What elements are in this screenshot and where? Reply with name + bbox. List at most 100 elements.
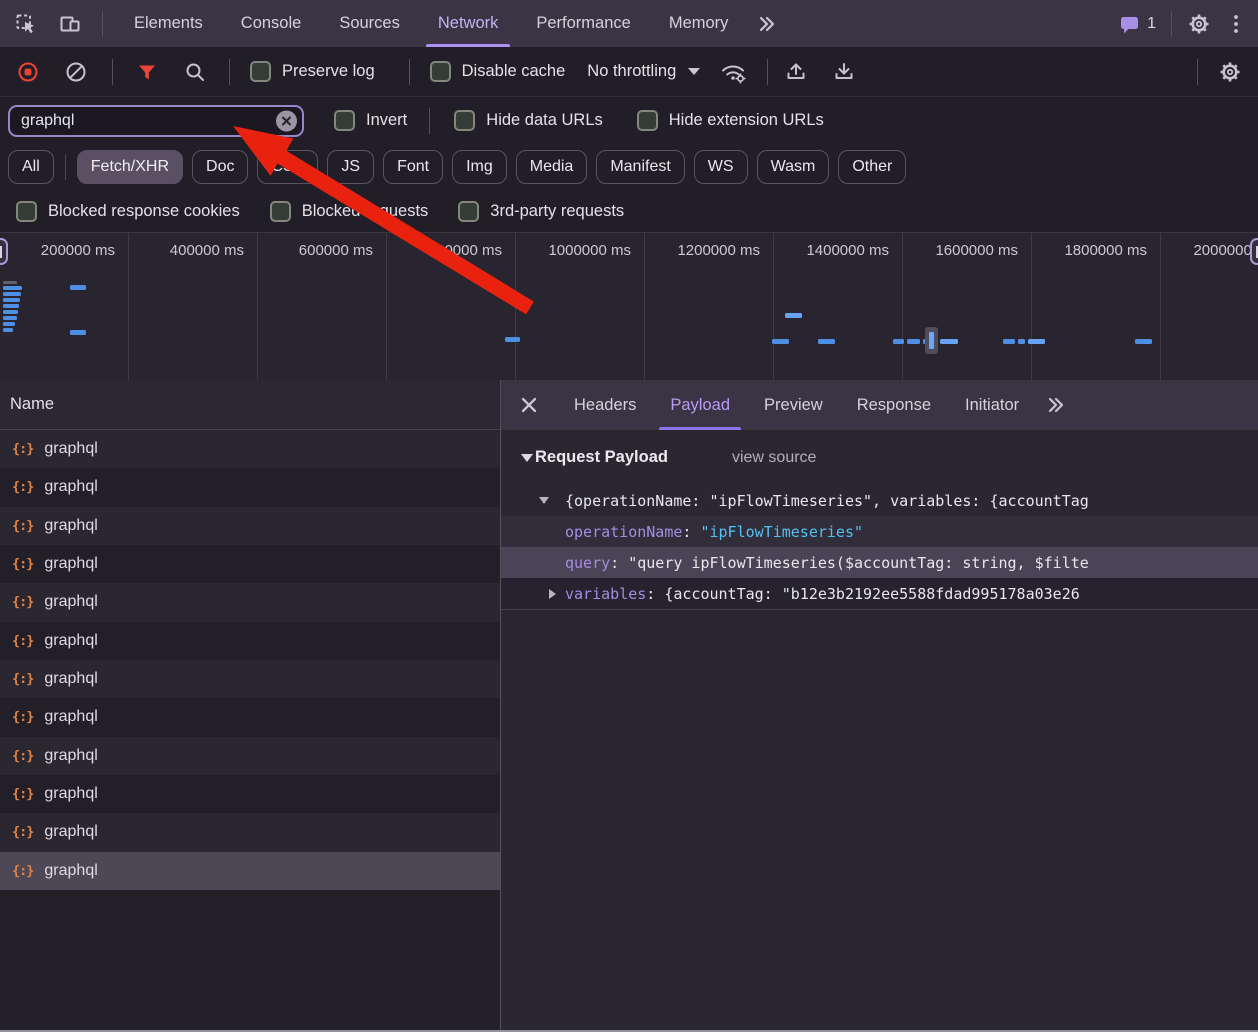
filter-chip-wasm[interactable]: Wasm: [757, 150, 830, 184]
expand-icon[interactable]: [549, 589, 556, 599]
tab-console[interactable]: Console: [222, 0, 321, 47]
request-name: graphql: [44, 593, 97, 611]
filter-chip-ws[interactable]: WS: [694, 150, 748, 184]
network-overview-timeline[interactable]: 200000 ms400000 ms600000 ms800000 ms1000…: [0, 232, 1258, 381]
panel-resize-divider[interactable]: [500, 380, 501, 1030]
network-settings-gear-icon[interactable]: [1218, 60, 1242, 84]
detail-tab-headers[interactable]: Headers: [557, 380, 653, 430]
filter-chip-manifest[interactable]: Manifest: [596, 150, 684, 184]
topbar-divider: [102, 11, 103, 37]
blocked-requests-toggle[interactable]: Blocked requests: [270, 201, 429, 222]
search-icon[interactable]: [183, 60, 207, 84]
request-row[interactable]: {:}graphql: [0, 698, 500, 736]
import-har-icon[interactable]: [784, 60, 808, 84]
detail-tab-response[interactable]: Response: [840, 380, 948, 430]
marker-tick: [929, 332, 934, 349]
filter-chip-all[interactable]: All: [8, 150, 54, 184]
invert-checkbox[interactable]: [334, 110, 355, 131]
3rd-party-requests-checkbox[interactable]: [458, 201, 479, 222]
filter-chip-js[interactable]: JS: [327, 150, 374, 184]
tab-network[interactable]: Network: [419, 0, 518, 47]
payload-row-query[interactable]: query: "query ipFlowTimeseries($accountT…: [501, 547, 1258, 578]
settings-gear-icon[interactable]: [1187, 12, 1211, 36]
payload-preview-row[interactable]: {operationName: "ipFlowTimeseries", vari…: [501, 485, 1258, 516]
hide-data-urls-toggle[interactable]: Hide data URLs: [454, 110, 602, 131]
payload-row-variables[interactable]: variables: {accountTag: "b12e3b2192ee558…: [501, 578, 1258, 609]
blocked-requests-checkbox[interactable]: [270, 201, 291, 222]
throttling-dropdown[interactable]: No throttling: [587, 62, 700, 81]
request-row[interactable]: {:}graphql: [0, 737, 500, 775]
filter-chip-fetch-xhr[interactable]: Fetch/XHR: [77, 150, 183, 184]
issues-badge[interactable]: 1: [1119, 13, 1156, 35]
filter-chip-doc[interactable]: Doc: [192, 150, 248, 184]
clear-network-log-button[interactable]: [64, 60, 88, 84]
close-detail-icon[interactable]: [501, 380, 557, 430]
more-detail-tabs-icon[interactable]: [1036, 380, 1076, 430]
request-row[interactable]: {:}graphql: [0, 660, 500, 698]
clear-filter-button[interactable]: [276, 110, 297, 131]
tab-elements[interactable]: Elements: [115, 0, 222, 47]
timeline-left-handle[interactable]: [0, 238, 8, 265]
filter-chip-img[interactable]: Img: [452, 150, 507, 184]
tab-memory[interactable]: Memory: [650, 0, 748, 47]
detail-tab-payload[interactable]: Payload: [653, 380, 747, 430]
request-row[interactable]: {:} graphql: [0, 468, 500, 506]
json-request-icon: {:}: [12, 479, 33, 495]
disable-cache-checkbox[interactable]: [430, 61, 451, 82]
filter-chip-css[interactable]: CSS: [257, 150, 318, 184]
request-row[interactable]: {:}graphql: [0, 622, 500, 660]
toolbar-divider: [767, 59, 768, 85]
request-timeline-bar: [1003, 339, 1015, 344]
request-row[interactable]: {:}graphql: [0, 852, 500, 890]
3rd-party-requests-toggle[interactable]: 3rd-party requests: [458, 201, 624, 222]
collapse-icon[interactable]: [539, 497, 549, 504]
blocked-response-cookies-toggle[interactable]: Blocked response cookies: [16, 201, 240, 222]
request-row[interactable]: {:}graphql: [0, 507, 500, 545]
hide-data-urls-checkbox[interactable]: [454, 110, 475, 131]
export-har-icon[interactable]: [832, 60, 856, 84]
request-row[interactable]: {:}graphql: [0, 545, 500, 583]
filter-chip-other[interactable]: Other: [838, 150, 906, 184]
view-source-link[interactable]: view source: [732, 449, 816, 467]
preserve-log-checkbox[interactable]: [250, 61, 271, 82]
record-network-log-button[interactable]: [16, 60, 40, 84]
payload-value: "ipFlowTimeseries": [700, 523, 863, 541]
filter-chip-font[interactable]: Font: [383, 150, 443, 184]
network-conditions-icon[interactable]: [720, 60, 747, 84]
timeline-right-handle[interactable]: [1250, 238, 1258, 265]
request-timeline-bar: [1018, 339, 1025, 344]
blocked-response-cookies-checkbox[interactable]: [16, 201, 37, 222]
request-timeline-bar: [907, 339, 920, 344]
throttling-value: No throttling: [587, 62, 676, 81]
detail-tab-preview[interactable]: Preview: [747, 380, 840, 430]
request-row[interactable]: {:}graphql: [0, 813, 500, 851]
filter-funnel-icon[interactable]: [135, 60, 159, 84]
section-collapse-icon[interactable]: [521, 454, 533, 462]
request-payload-section-header[interactable]: Request Payload view source: [501, 430, 1258, 485]
request-timeline-bar: [772, 339, 789, 344]
request-row[interactable]: {:}graphql: [0, 430, 500, 468]
requests-panel: Name {:}graphql{:}graphql{:}graphql{:}gr…: [0, 380, 500, 1030]
tab-performance[interactable]: Performance: [517, 0, 649, 47]
json-request-icon: {:}: [12, 518, 33, 534]
hide-extension-urls-toggle[interactable]: Hide extension URLs: [637, 110, 824, 131]
request-name: graphql: [44, 478, 97, 496]
device-toolbar-icon[interactable]: [58, 12, 82, 36]
detail-tab-initiator[interactable]: Initiator: [948, 380, 1036, 430]
request-row[interactable]: {:}graphql: [0, 583, 500, 621]
disable-cache-toggle[interactable]: Disable cache: [430, 61, 566, 82]
tab-sources[interactable]: Sources: [320, 0, 419, 47]
network-filter-input[interactable]: [8, 105, 304, 137]
invert-toggle[interactable]: Invert: [334, 110, 407, 131]
request-row[interactable]: {:}graphql: [0, 775, 500, 813]
filter-chip-media[interactable]: Media: [516, 150, 588, 184]
name-column-header[interactable]: Name: [0, 380, 500, 430]
payload-key: operationName: [565, 523, 682, 541]
inspect-element-icon[interactable]: [14, 12, 38, 36]
preserve-log-toggle[interactable]: Preserve log: [250, 61, 375, 82]
payload-row-operationname[interactable]: operationName: "ipFlowTimeseries": [501, 516, 1258, 547]
request-list: {:}graphql{:}graphql{:}graphql{:}graphql…: [0, 430, 500, 890]
kebab-menu-icon[interactable]: [1226, 12, 1246, 36]
hide-extension-urls-checkbox[interactable]: [637, 110, 658, 131]
more-tabs-icon[interactable]: [747, 0, 787, 47]
